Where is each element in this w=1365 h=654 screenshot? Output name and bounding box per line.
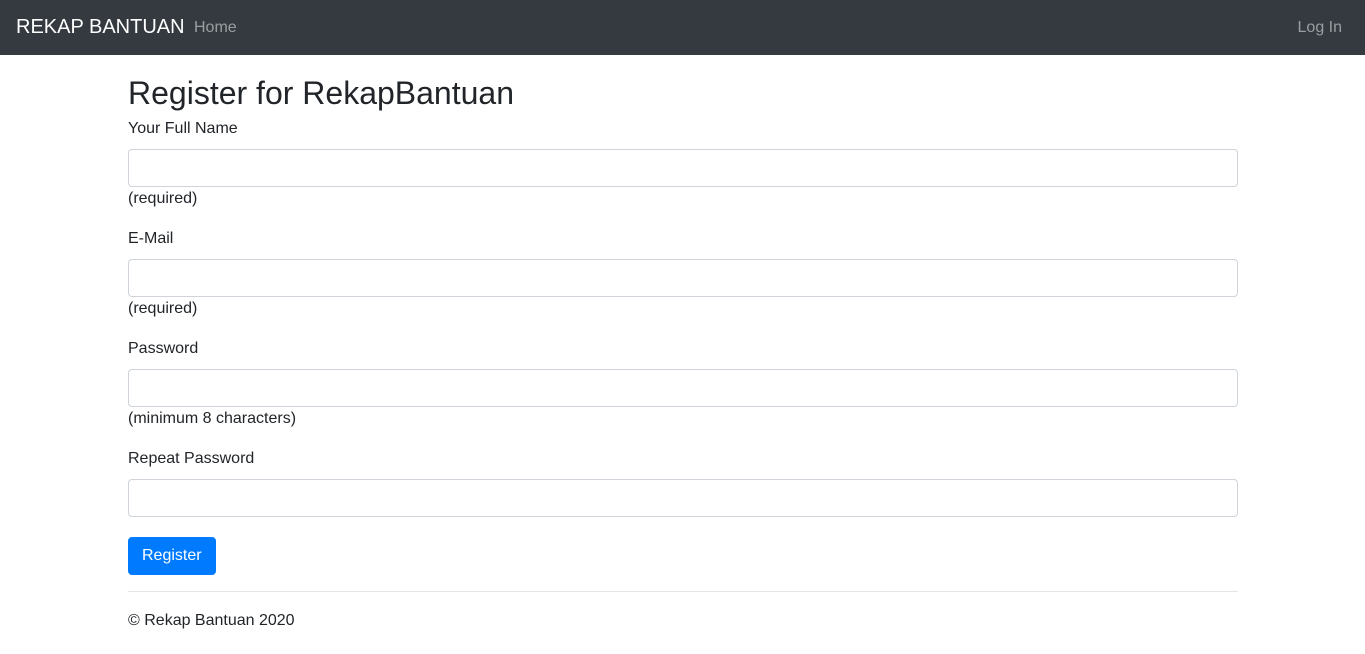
repeat-password-input[interactable] (128, 479, 1238, 517)
page-title: Register for RekapBantuan (128, 75, 514, 111)
password-input[interactable] (128, 369, 1238, 407)
full-name-hint: (required) (128, 190, 198, 207)
email-hint: (required) (128, 300, 198, 317)
nav-login-link[interactable]: Log In (1298, 17, 1342, 38)
nav-home-link[interactable]: Home (194, 17, 237, 38)
repeat-password-label: Repeat Password (128, 450, 255, 467)
full-name-input[interactable] (128, 149, 1238, 187)
footer-divider (128, 591, 1238, 592)
brand-link[interactable]: REKAP BANTUAN (16, 14, 185, 41)
full-name-label: Your Full Name (128, 120, 238, 137)
footer-copyright: © Rekap Bantuan 2020 (128, 612, 295, 629)
password-label: Password (128, 340, 199, 357)
top-navbar: REKAP BANTUAN Home Log In (0, 0, 1365, 55)
email-label: E-Mail (128, 230, 174, 247)
email-input[interactable] (128, 259, 1238, 297)
register-button[interactable]: Register (128, 537, 216, 575)
password-hint: (minimum 8 characters) (128, 410, 297, 427)
